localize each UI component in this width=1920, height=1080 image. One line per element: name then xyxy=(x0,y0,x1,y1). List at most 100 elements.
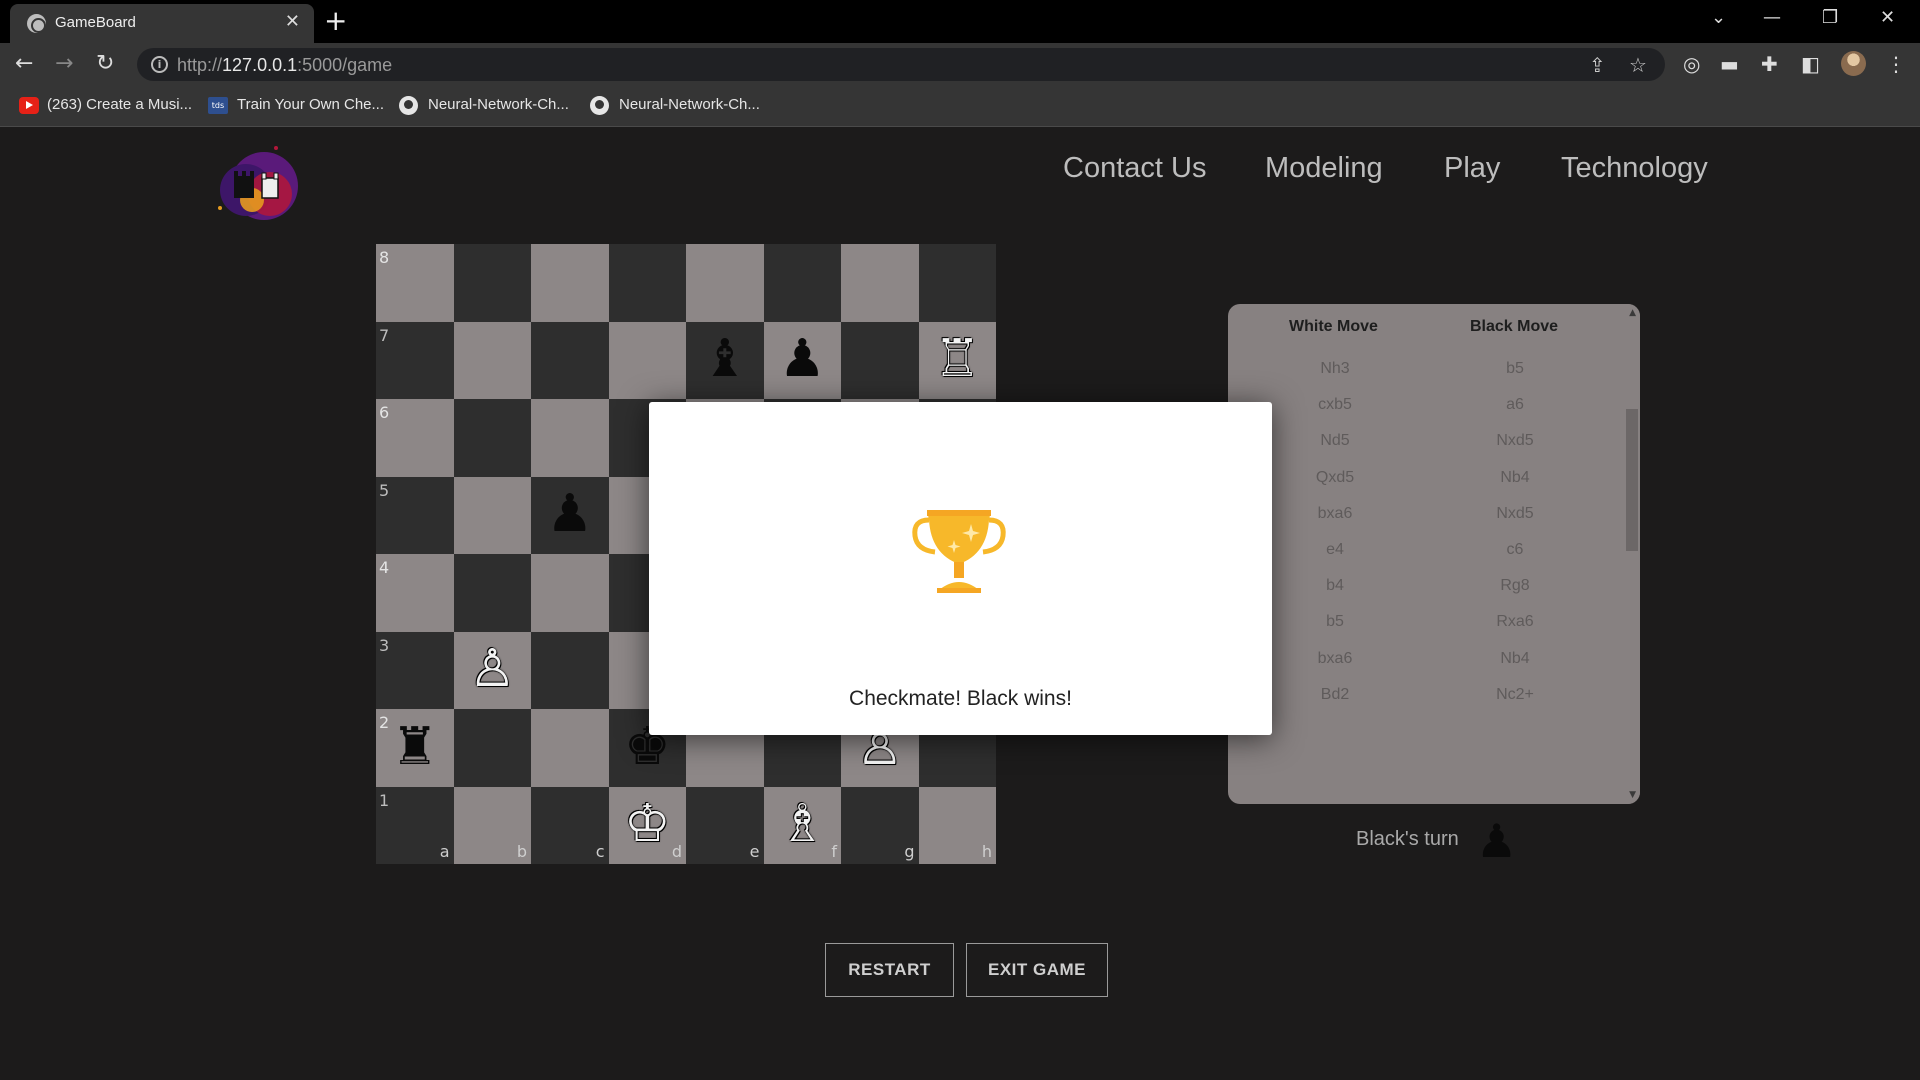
bookmark-item[interactable]: (263) Create a Musi... xyxy=(47,96,192,113)
exit-game-button[interactable]: EXIT GAME xyxy=(966,943,1108,997)
square-h7[interactable]: ♖ xyxy=(918,321,996,399)
square-g7[interactable] xyxy=(841,321,919,399)
back-arrow-icon[interactable]: ← xyxy=(15,51,33,77)
square-c7[interactable] xyxy=(531,321,609,399)
square-f8[interactable] xyxy=(763,244,841,322)
square-f1[interactable]: f ♗ xyxy=(763,786,841,864)
black-piece[interactable]: ♜ xyxy=(391,719,438,775)
square-e8[interactable] xyxy=(686,244,764,322)
square-b6[interactable] xyxy=(453,399,531,477)
file-label: e xyxy=(749,842,760,861)
square-c1[interactable]: c xyxy=(531,786,609,864)
white-piece[interactable]: ♖ xyxy=(934,331,981,387)
minimize-button[interactable]: — xyxy=(1763,6,1781,30)
bookmark-item[interactable]: Neural-Network-Ch... xyxy=(428,96,569,113)
square-a2[interactable]: 2 ♜ xyxy=(376,709,454,787)
share-icon[interactable]: ⇪ xyxy=(1589,54,1606,76)
square-c2[interactable] xyxy=(531,709,609,787)
rank-label: 5 xyxy=(379,480,390,500)
white-piece[interactable]: ♗ xyxy=(779,796,826,852)
square-b3[interactable]: ♙ xyxy=(453,631,531,709)
square-g8[interactable] xyxy=(841,244,919,322)
scroll-up-icon[interactable]: ▲ xyxy=(1629,308,1636,318)
bookmark-item[interactable]: Neural-Network-Ch... xyxy=(619,96,760,113)
logo-icon[interactable] xyxy=(212,144,308,222)
nav-modeling[interactable]: Modeling xyxy=(1265,152,1383,185)
square-a3[interactable]: 3 xyxy=(376,631,454,709)
profile-avatar[interactable] xyxy=(1841,51,1866,76)
turn-indicator: Black's turn xyxy=(1356,828,1459,850)
black-move-cell: Nb4 xyxy=(1500,468,1530,486)
file-label: f xyxy=(831,842,837,861)
black-piece[interactable]: ♟ xyxy=(546,486,593,542)
puzzle-extensions-icon[interactable]: ✚ xyxy=(1761,53,1778,75)
square-c8[interactable] xyxy=(531,244,609,322)
square-a5[interactable]: 5 xyxy=(376,476,454,554)
square-a8[interactable]: 8 xyxy=(376,244,454,322)
square-a6[interactable]: 6 xyxy=(376,399,454,477)
restore-button[interactable]: ❐ xyxy=(1822,6,1838,30)
rank-label: 4 xyxy=(379,558,390,577)
square-b2[interactable] xyxy=(453,709,531,787)
square-g1[interactable]: g xyxy=(841,786,919,864)
black-piece[interactable]: ♝ xyxy=(701,331,748,387)
rank-label: 8 xyxy=(379,248,390,267)
restart-button[interactable]: RESTART xyxy=(825,943,954,997)
square-b8[interactable] xyxy=(453,244,531,322)
forward-arrow-icon[interactable]: → xyxy=(55,51,73,77)
github-icon xyxy=(399,96,418,115)
nav-play[interactable]: Play xyxy=(1444,152,1500,185)
black-move-cell: Nc2+ xyxy=(1496,685,1534,703)
menu-kebab-icon[interactable]: ⋮ xyxy=(1886,53,1906,75)
square-b7[interactable] xyxy=(453,321,531,399)
extension-2-icon[interactable]: ▬ xyxy=(1720,53,1739,75)
rank-label: 2 xyxy=(379,713,390,732)
side-panel-icon[interactable]: ◧ xyxy=(1801,53,1820,75)
window-close-button[interactable]: ✕ xyxy=(1880,6,1895,30)
square-h8[interactable] xyxy=(918,244,996,322)
square-e1[interactable]: e xyxy=(686,786,764,864)
browser-tabstrip: GameBoard ✕ + ⌄ — ❐ ✕ xyxy=(0,0,1920,43)
reload-icon[interactable]: ↻ xyxy=(96,51,114,77)
square-b4[interactable] xyxy=(453,554,531,632)
square-c5[interactable]: ♟ xyxy=(531,476,609,554)
white-piece[interactable]: ♙ xyxy=(469,641,516,697)
new-tab-button[interactable]: + xyxy=(324,6,347,36)
scroll-down-icon[interactable]: ▼ xyxy=(1629,790,1636,800)
bookmark-star-icon[interactable]: ☆ xyxy=(1629,54,1647,76)
nav-technology[interactable]: Technology xyxy=(1561,152,1708,185)
extension-icon[interactable]: ◎ xyxy=(1683,53,1700,75)
tab-search-icon[interactable]: ⌄ xyxy=(1711,6,1726,30)
github-icon xyxy=(590,96,609,115)
black-piece[interactable]: ♟ xyxy=(779,331,826,387)
bookmark-item[interactable]: Train Your Own Che... xyxy=(237,96,384,113)
site-info-icon[interactable]: i xyxy=(151,56,168,73)
square-a7[interactable]: 7 xyxy=(376,321,454,399)
square-d7[interactable] xyxy=(608,321,686,399)
square-a1[interactable]: 1a xyxy=(376,786,454,864)
tds-icon: tds xyxy=(208,97,228,114)
scrollbar-thumb[interactable] xyxy=(1626,409,1638,551)
nav-contact-us[interactable]: Contact Us xyxy=(1063,152,1206,185)
address-bar[interactable]: i http://127.0.0.1:5000/game ⇪ ☆ xyxy=(137,48,1665,81)
square-b1[interactable]: b xyxy=(453,786,531,864)
white-move-cell: b4 xyxy=(1326,577,1344,595)
square-d1[interactable]: d ♔ xyxy=(608,786,686,864)
square-a4[interactable]: 4 xyxy=(376,554,454,632)
square-h1[interactable]: h xyxy=(918,786,996,864)
square-b5[interactable] xyxy=(453,476,531,554)
square-d8[interactable] xyxy=(608,244,686,322)
tab-close-icon[interactable]: ✕ xyxy=(285,12,300,32)
square-f7[interactable]: ♟ xyxy=(763,321,841,399)
square-c3[interactable] xyxy=(531,631,609,709)
bookmarks-bar: (263) Create a Musi... tds Train Your Ow… xyxy=(0,86,1920,127)
scrollbar[interactable]: ▲ ▼ xyxy=(1624,304,1640,804)
white-piece[interactable]: ♔ xyxy=(624,796,671,852)
square-c6[interactable] xyxy=(531,399,609,477)
square-c4[interactable] xyxy=(531,554,609,632)
square-e7[interactable]: ♝ xyxy=(686,321,764,399)
rank-label: 1 xyxy=(379,790,390,810)
youtube-icon xyxy=(19,97,39,114)
browser-tab[interactable]: GameBoard ✕ xyxy=(10,4,314,43)
white-move-cell: bxa6 xyxy=(1317,504,1353,522)
